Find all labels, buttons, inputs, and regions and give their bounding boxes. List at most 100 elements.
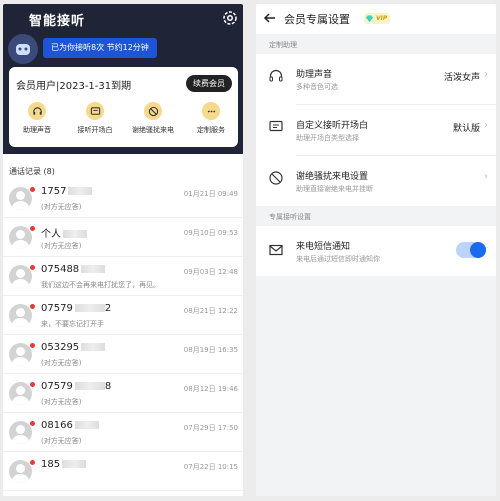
top-bar: 会员专属设置 VIP — [256, 4, 496, 34]
app-title: 智能接听 — [29, 14, 86, 29]
call-time: 07月22日 10:15 — [183, 463, 238, 471]
assistant-settings-group: 助理声音 多种音色可选 活泼女声 › 自定义接听开场白 助理开场白类型选择 默认… — [256, 54, 496, 206]
renew-button[interactable]: 续费会员 — [186, 75, 232, 92]
section-answer-settings: 专属接听设置 — [269, 213, 311, 221]
setting-greeting[interactable]: 自定义接听开场白 助理开场白类型选择 默认版 › — [256, 105, 496, 155]
vip-badge: VIP — [364, 13, 391, 24]
call-summary: (对方无应答) — [41, 437, 82, 445]
screen: 智能接听 已为你接听8次 节约12分钟 会员用户|2023-1-31到期 续费会… — [0, 0, 500, 501]
feature-label: 助理声音 — [23, 126, 51, 134]
setting-title: 自定义接听开场白 — [296, 121, 369, 131]
missed-dot — [30, 304, 35, 309]
feature-voice[interactable]: 助理声音 — [12, 102, 62, 135]
member-title: 会员用户|2023-1-31到期 — [16, 81, 132, 92]
records-list: 1757 (对方无应答) 01月21日 09:49 个人 (对方无应答) 09月… — [3, 179, 243, 491]
caller-number: 053295 — [41, 342, 80, 353]
missed-dot — [30, 226, 35, 231]
header-panel: 智能接听 已为你接听8次 节约12分钟 会员用户|2023-1-31到期 续费会… — [3, 4, 243, 154]
records-header: 通话记录 (8) — [9, 167, 55, 176]
avatar — [9, 304, 32, 327]
headset-icon — [269, 69, 283, 82]
list-item[interactable]: 07579 2 来，不要忘记打开手 08月21日 12:22 — [3, 296, 243, 335]
avatar — [9, 382, 32, 405]
call-summary: (对方无应答) — [41, 203, 82, 211]
caller-number-tail: 8 — [104, 381, 112, 392]
missed-dot — [30, 343, 35, 348]
list-item[interactable]: 053295 (对方无应答) 08月19日 16:35 — [3, 335, 243, 374]
list-item[interactable]: 个人 (对方无应答) 09月10日 09:53 — [3, 218, 243, 257]
feature-block[interactable]: 谢绝骚扰来电 — [128, 102, 178, 135]
chevron-right-icon: › — [484, 171, 488, 182]
chat-icon — [90, 106, 100, 115]
list-item[interactable]: 075488 我们这边不会再来电打扰您了，再见。 09月03日 12:48 — [3, 257, 243, 296]
headset-icon — [32, 106, 42, 115]
setting-desc: 助理开场白类型选择 — [296, 134, 359, 142]
member-settings-screen: 会员专属设置 VIP 定制助理 助理声音 多种音色可选 活泼女声 › 自定义接听… — [256, 4, 496, 496]
quota-pill: 已为你接听8次 节约12分钟 — [43, 38, 157, 58]
page-title: 会员专属设置 — [284, 13, 350, 26]
avatar — [9, 187, 32, 210]
setting-title: 来电短信通知 — [296, 242, 351, 252]
robot-icon — [16, 44, 30, 55]
member-card: 会员用户|2023-1-31到期 续费会员 助理声音 接听开场白 谢绝骚扰来电 … — [9, 67, 238, 147]
missed-dot — [30, 187, 35, 192]
feature-label: 定制服务 — [197, 126, 225, 134]
setting-value: 活泼女声 — [443, 73, 480, 83]
list-item[interactable]: 1757 (对方无应答) 01月21日 09:49 — [3, 179, 243, 218]
caller-number: 个人 — [41, 229, 61, 240]
setting-assistant-voice[interactable]: 助理声音 多种音色可选 活泼女声 › — [256, 54, 496, 104]
caller-number: 075488 — [41, 264, 80, 275]
missed-dot — [30, 382, 35, 387]
avatar — [9, 226, 32, 249]
call-summary: (对方无应答) — [41, 398, 82, 406]
toggle-knob — [470, 242, 486, 258]
feature-custom[interactable]: 定制服务 — [186, 102, 236, 135]
avatar — [9, 421, 32, 444]
back-arrow-icon[interactable] — [263, 11, 277, 25]
call-time: 08月19日 16:35 — [183, 346, 238, 354]
gear-icon[interactable] — [221, 9, 239, 27]
more-icon — [207, 110, 215, 112]
missed-dot — [30, 265, 35, 270]
call-time: 09月10日 09:53 — [183, 229, 238, 237]
chevron-right-icon: › — [484, 69, 488, 80]
vip-label: VIP — [376, 15, 388, 22]
sms-toggle[interactable] — [456, 242, 486, 258]
caller-number: 08166 — [41, 420, 73, 431]
setting-desc: 来电后通过短信即时通知你 — [296, 255, 380, 263]
avatar — [9, 460, 32, 483]
setting-block-harassment[interactable]: 谢绝骚扰来电设置 助理直接谢绝来电并挂断 › — [256, 156, 496, 206]
setting-sms-notify: 来电短信通知 来电后通过短信即时通知你 — [256, 226, 496, 276]
caller-number: 07579 — [41, 303, 73, 314]
call-time: 08月21日 12:22 — [183, 307, 238, 315]
setting-title: 谢绝骚扰来电设置 — [296, 172, 369, 182]
caller-number: 07579 — [41, 381, 73, 392]
call-time: 09月03日 12:48 — [183, 268, 238, 276]
missed-dot — [30, 421, 35, 426]
setting-value: 默认版 — [452, 124, 480, 134]
setting-title: 助理声音 — [296, 70, 333, 80]
caller-number: 1757 — [41, 186, 67, 197]
setting-desc: 多种音色可选 — [296, 83, 338, 91]
avatar — [9, 265, 32, 288]
section-custom-assistant: 定制助理 — [269, 41, 297, 49]
feature-label: 谢绝骚扰来电 — [132, 126, 174, 134]
call-summary: (对方无应答) — [41, 242, 82, 250]
diamond-icon — [365, 15, 374, 23]
feature-greeting[interactable]: 接听开场白 — [70, 102, 120, 135]
list-item[interactable]: 185 07月22日 10:15 — [3, 452, 243, 491]
missed-dot — [30, 460, 35, 465]
call-summary: (对方无应答) — [41, 359, 82, 367]
call-time: 08月12日 19:46 — [183, 385, 238, 393]
list-item[interactable]: 07579 8 (对方无应答) 08月12日 19:46 — [3, 374, 243, 413]
call-summary: 我们这边不会再来电打扰您了，再见。 — [41, 281, 160, 289]
envelope-icon — [269, 244, 283, 256]
call-records-screen: 智能接听 已为你接听8次 节约12分钟 会员用户|2023-1-31到期 续费会… — [3, 4, 243, 496]
chevron-right-icon: › — [484, 120, 488, 131]
list-item[interactable]: 08166 (对方无应答) 07月29日 17:50 — [3, 413, 243, 452]
feature-label: 接听开场白 — [77, 126, 113, 134]
chat-icon — [269, 120, 283, 132]
block-icon — [269, 171, 283, 185]
call-summary: 来，不要忘记打开手 — [41, 320, 104, 328]
caller-number-tail: 2 — [104, 303, 112, 314]
